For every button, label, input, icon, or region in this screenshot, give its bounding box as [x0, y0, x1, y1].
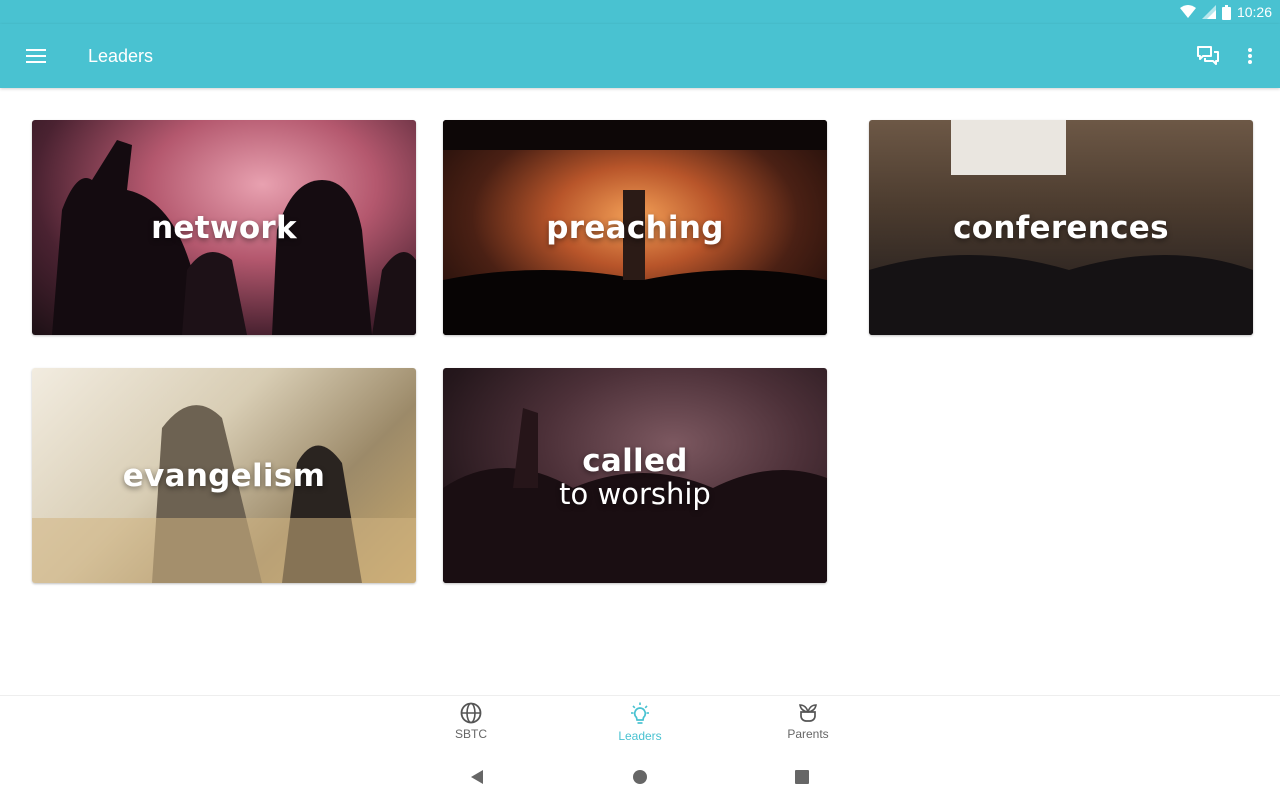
nav-item-leaders[interactable]: Leaders [592, 702, 688, 748]
tile-conferences[interactable]: conferences [869, 120, 1253, 335]
tile-preaching-title: preaching [546, 209, 724, 246]
tile-evangelism[interactable]: evangelism [32, 368, 416, 583]
tile-network-label: network [32, 120, 416, 335]
bottom-navigation: SBTC Leaders Parents [0, 695, 1280, 751]
globe-icon [460, 702, 482, 724]
tile-called-to-worship-title: called [582, 442, 688, 479]
status-time: 10:26 [1236, 4, 1272, 20]
signal-icon [1201, 5, 1216, 19]
page-title: Leaders [88, 46, 154, 66]
tile-network[interactable]: network [32, 120, 416, 335]
status-icons: 10:26 [1179, 3, 1272, 21]
tile-called-to-worship-subtitle: to worship [559, 476, 711, 511]
recents-square-icon [795, 770, 809, 784]
back-triangle-icon [471, 770, 483, 784]
nav-label-sbtc: SBTC [454, 727, 487, 741]
tile-conferences-label: conferences [869, 120, 1253, 335]
menu-button[interactable] [16, 36, 56, 76]
tile-conferences-title: conferences [953, 209, 1169, 246]
tile-network-title: network [151, 209, 297, 246]
back-button[interactable] [465, 765, 489, 789]
recents-button[interactable] [790, 765, 814, 789]
tile-evangelism-title: evangelism [122, 457, 326, 494]
more-vert-icon [1248, 48, 1252, 64]
home-circle-icon [633, 770, 647, 784]
chat-icon [1197, 46, 1219, 65]
tile-called-to-worship[interactable]: called to worship [443, 368, 827, 583]
home-button[interactable] [628, 765, 652, 789]
nav-label-parents: Parents [787, 727, 829, 741]
chat-button[interactable] [1188, 36, 1228, 76]
battery-icon [1221, 4, 1231, 20]
sprout-icon [799, 704, 817, 722]
nav-label-leaders: Leaders [618, 729, 662, 743]
more-options-button[interactable] [1230, 36, 1270, 76]
lightbulb-icon [631, 702, 649, 724]
system-navigation-bar [0, 751, 1280, 800]
app-bar: Leaders [0, 24, 1280, 88]
nav-item-sbtc[interactable]: SBTC [423, 702, 519, 748]
wifi-icon [1179, 5, 1196, 18]
tile-preaching-label: preaching [443, 120, 827, 335]
tile-called-to-worship-label: called to worship [443, 368, 827, 583]
hamburger-menu-icon [26, 49, 46, 63]
status-bar: 10:26 [0, 0, 1280, 24]
tile-preaching[interactable]: preaching [443, 120, 827, 335]
nav-item-parents[interactable]: Parents [760, 702, 856, 748]
tile-evangelism-label: evangelism [32, 368, 416, 583]
